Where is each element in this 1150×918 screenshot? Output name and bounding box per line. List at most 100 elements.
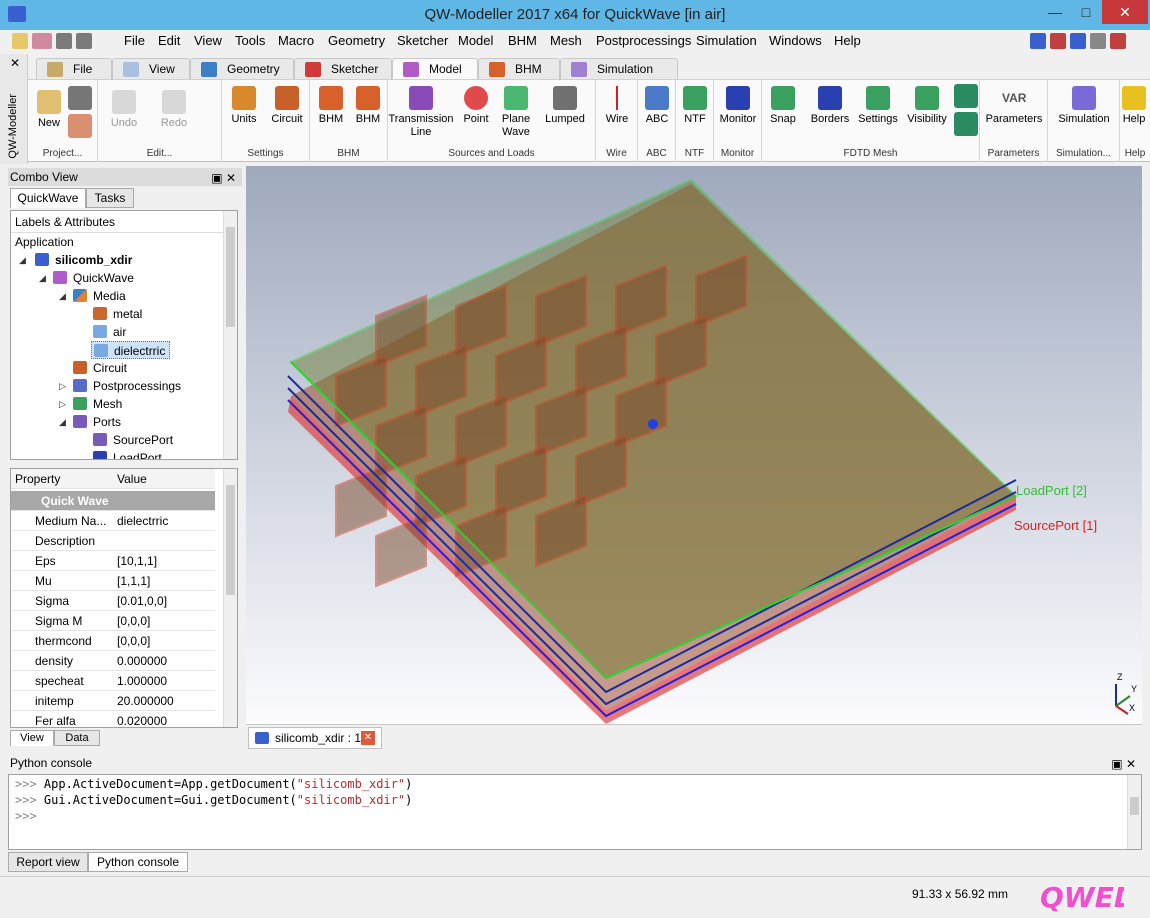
expand-icon[interactable]: ▷ — [59, 381, 66, 392]
tree-item-application[interactable]: Application — [15, 233, 74, 251]
tree-item-postprocessings[interactable]: Postprocessings — [73, 377, 181, 395]
menu-sketcher[interactable]: Sketcher — [397, 33, 448, 48]
visibility-button[interactable]: Visibility — [904, 86, 950, 126]
property-row[interactable]: Eps [10,1,1] — [11, 551, 215, 571]
menu-postprocessings[interactable]: Postprocessings — [596, 33, 691, 48]
expand-icon[interactable]: ◢ — [59, 417, 66, 428]
tree-item-ports[interactable]: Ports — [73, 413, 121, 431]
bhm-button[interactable]: BHM — [352, 86, 384, 126]
strip-close-icon[interactable]: ✕ — [10, 56, 20, 70]
mesh-view-b-button[interactable] — [954, 112, 978, 139]
ntf-button[interactable]: NTF — [680, 86, 710, 126]
tab-report-view[interactable]: Report view — [8, 852, 88, 872]
qw-simulator-icon[interactable] — [1050, 33, 1066, 49]
tree-item-air[interactable]: air — [93, 323, 126, 341]
tab-tasks[interactable]: Tasks — [86, 188, 134, 208]
menu-edit[interactable]: Edit — [158, 33, 180, 48]
redo-button[interactable]: Redo — [154, 90, 194, 130]
tab-bhm[interactable]: BHM — [478, 58, 560, 80]
close-tab-icon[interactable]: ✕ — [361, 731, 375, 745]
scrollbar-thumb[interactable] — [226, 485, 235, 595]
tab-view[interactable]: View — [112, 58, 190, 80]
expand-icon[interactable]: ◢ — [39, 273, 46, 284]
property-row[interactable]: Fer alfa 0.020000 — [11, 711, 215, 727]
tab-file[interactable]: File — [36, 58, 112, 80]
qw-view-icon[interactable] — [1070, 33, 1086, 49]
tree-item-quickwave[interactable]: QuickWave — [53, 269, 134, 287]
3d-model-canvas[interactable]: LoadPort [2] SourcePort [1] Z Y X — [246, 166, 1142, 724]
props-scrollbar[interactable] — [223, 469, 237, 727]
simulation-button[interactable]: Simulation — [1052, 86, 1116, 126]
property-row[interactable]: density 0.000000 — [11, 651, 215, 671]
menu-geometry[interactable]: Geometry — [328, 33, 385, 48]
property-row[interactable]: Sigma M [0,0,0] — [11, 611, 215, 631]
tree-scrollbar[interactable] — [223, 211, 237, 459]
python-console[interactable]: >>> App.ActiveDocument=App.getDocument("… — [8, 774, 1142, 850]
menu-windows[interactable]: Windows — [769, 33, 822, 48]
float-icon[interactable]: ▣ ✕ — [211, 169, 236, 187]
menu-help[interactable]: Help — [834, 33, 861, 48]
tab-model[interactable]: Model — [392, 58, 478, 80]
scrollbar-thumb[interactable] — [1130, 797, 1139, 815]
point-button[interactable]: Point — [458, 86, 494, 126]
property-row[interactable]: thermcond [0,0,0] — [11, 631, 215, 651]
menu-simulation[interactable]: Simulation — [696, 33, 757, 48]
borders-button[interactable]: Borders — [808, 86, 852, 126]
tab-quickwave[interactable]: QuickWave — [10, 188, 86, 208]
tree-item-metal[interactable]: metal — [93, 305, 142, 323]
tab-geometry[interactable]: Geometry — [190, 58, 294, 80]
tab-view-bottom[interactable]: View — [10, 730, 54, 746]
mesh-view-a-button[interactable] — [954, 84, 978, 111]
close-button[interactable]: ✕ — [1102, 0, 1148, 24]
parameters-button[interactable]: VAR Parameters — [982, 86, 1046, 126]
save-as-icon[interactable] — [76, 33, 92, 49]
menu-tools[interactable]: Tools — [235, 33, 265, 48]
property-value[interactable]: 0.020000 — [117, 711, 167, 727]
property-row[interactable]: Description — [11, 531, 215, 551]
monitor-button[interactable]: Monitor — [716, 86, 760, 126]
bhm-menu-button[interactable]: BHM — [314, 86, 348, 126]
save-button[interactable] — [68, 86, 92, 113]
tab-simulation[interactable]: Simulation — [560, 58, 678, 80]
circuit-button[interactable]: Circuit — [268, 86, 306, 126]
maximize-button[interactable]: □ — [1071, 0, 1101, 24]
tree-item-media[interactable]: Media — [73, 287, 126, 305]
snap-button[interactable]: Snap — [762, 86, 804, 126]
transmission-line-button[interactable]: Transmission Line — [388, 86, 454, 139]
workbench-select-icon[interactable] — [32, 33, 52, 49]
units-button[interactable]: Units — [226, 86, 262, 126]
property-value[interactable]: [10,1,1] — [117, 551, 157, 571]
tree-item-mesh[interactable]: Mesh — [73, 395, 122, 413]
minimize-button[interactable]: — — [1040, 0, 1070, 24]
undo-button[interactable]: Undo — [104, 90, 144, 130]
property-value[interactable]: [0,0,0] — [117, 611, 150, 631]
help-button[interactable]: Help — [1120, 86, 1148, 126]
property-row[interactable]: Sigma [0.01,0,0] — [11, 591, 215, 611]
tree-item-sourceport[interactable]: SourcePort — [93, 431, 173, 449]
property-value[interactable]: 0.000000 — [117, 651, 167, 671]
menu-macro[interactable]: Macro — [278, 33, 314, 48]
tab-python-console[interactable]: Python console — [88, 852, 188, 872]
console-scrollbar[interactable] — [1127, 775, 1141, 849]
menu-view[interactable]: View — [194, 33, 222, 48]
expand-icon[interactable]: ◢ — [19, 255, 26, 266]
qw-editor-icon[interactable] — [1030, 33, 1046, 49]
property-value[interactable]: dielectrric — [117, 511, 168, 531]
menu-file[interactable]: File — [124, 33, 145, 48]
settings-icon[interactable] — [1090, 33, 1106, 49]
property-row[interactable]: initemp 20.000000 — [11, 691, 215, 711]
open-button[interactable] — [68, 114, 92, 141]
property-row[interactable]: Mu [1,1,1] — [11, 571, 215, 591]
tree-item-circuit[interactable]: Circuit — [73, 359, 127, 377]
tree-item-dielectrric[interactable]: dielectrric — [91, 341, 171, 359]
workbench-icon[interactable] — [12, 33, 28, 49]
save-icon[interactable] — [56, 33, 72, 49]
tree-item-document[interactable]: silicomb_xdir — [35, 251, 132, 269]
scrollbar-thumb[interactable] — [226, 227, 235, 327]
new-button[interactable]: New — [36, 90, 62, 130]
float-icon[interactable]: ▣ ✕ — [1111, 755, 1136, 773]
expand-icon[interactable]: ▷ — [59, 399, 66, 410]
wire-button[interactable]: Wire — [600, 86, 634, 126]
mesh-settings-button[interactable]: Settings — [854, 86, 902, 126]
property-row[interactable]: Medium Na... dielectrric — [11, 511, 215, 531]
